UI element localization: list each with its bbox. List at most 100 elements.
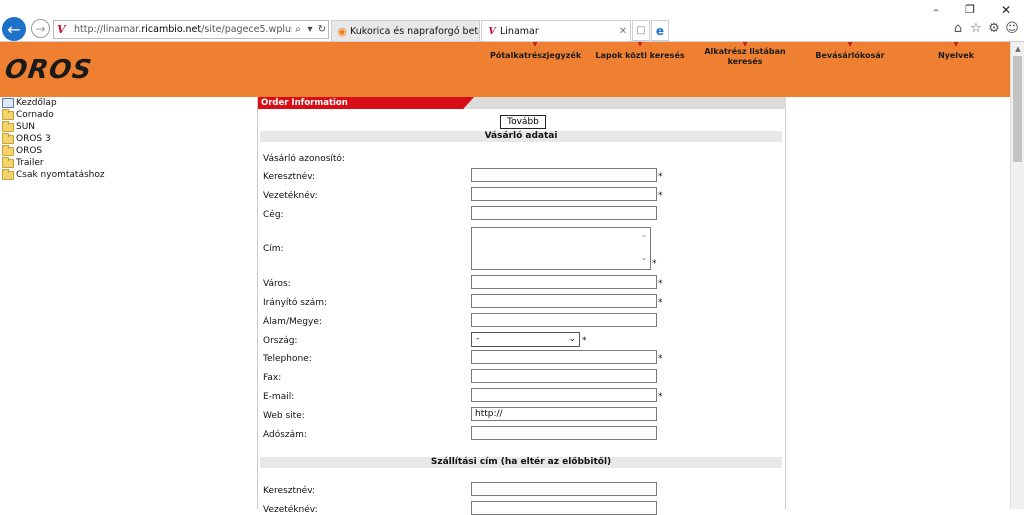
tree-item-oros[interactable]: OROS — [2, 144, 252, 157]
back-button[interactable]: ← — [2, 17, 26, 41]
taxno-label: Adószám: — [263, 430, 307, 440]
address-textarea[interactable]: ⌃ ⌄ — [471, 227, 651, 270]
chevron-down-icon: ⌄ — [640, 253, 648, 262]
star-icon[interactable]: ☆ — [968, 21, 984, 36]
state-field[interactable] — [471, 313, 657, 327]
zip-label: Irányító szám: — [263, 298, 328, 308]
tree-item-print-only[interactable]: Csak nyomtatáshoz — [2, 168, 252, 181]
section-buyer-title: Vásárló adatai — [260, 131, 782, 142]
chevron-up-icon: ⌃ — [640, 234, 648, 243]
new-tab-button[interactable]: □ — [632, 20, 650, 41]
telephone-label: Telephone: — [263, 354, 312, 364]
email-label: E-mail: — [263, 392, 295, 402]
company-field[interactable] — [471, 206, 657, 220]
email-field[interactable] — [471, 388, 657, 402]
ship-lastname-label: Vezetéknév: — [263, 505, 318, 515]
folder-icon — [2, 132, 14, 144]
folder-icon — [2, 120, 14, 132]
tab-favicon-icon: ◉ — [337, 24, 347, 38]
tab-kukorica[interactable]: ◉ Kukorica és napraforgó betaka... — [331, 20, 480, 41]
window-close-button[interactable]: ✕ — [996, 3, 1016, 17]
address-label: Cím: — [263, 244, 284, 254]
site-favicon-icon: V — [57, 23, 66, 36]
close-icon[interactable]: ✕ — [616, 26, 630, 37]
country-select[interactable]: - ⌄ — [471, 332, 580, 347]
company-label: Cég: — [263, 210, 284, 220]
category-tree: Kezdőlap Cornado SUN OROS 3 OROS Trailer… — [2, 97, 252, 181]
folder-icon — [2, 156, 14, 168]
ship-firstname-field[interactable] — [471, 482, 657, 496]
tree-item-label: Trailer — [16, 158, 44, 168]
tab-linamar[interactable]: V Linamar ✕ — [481, 20, 631, 41]
tree-item-sun[interactable]: SUN — [2, 120, 252, 133]
home-icon[interactable]: ⌂ — [950, 21, 966, 36]
home-icon — [2, 98, 14, 108]
nav-part-list-search[interactable]: ▼ Alkatrész listában keresés — [700, 42, 790, 67]
nav-spare-parts-list[interactable]: ▼ Pótalkatrészjegyzék — [490, 41, 581, 61]
search-icon[interactable]: ⌕ — [292, 24, 304, 35]
url-text[interactable]: http://linamar.ricambio.net/site/pagece5… — [74, 24, 292, 35]
tree-item-label: OROS 3 — [16, 134, 51, 144]
tab-label: Linamar — [500, 25, 539, 37]
browser-chrome: ← → V http://linamar.ricambio.net/site/p… — [0, 0, 1024, 42]
fax-field[interactable] — [471, 369, 657, 383]
folder-icon — [2, 108, 14, 120]
tree-item-oros3[interactable]: OROS 3 — [2, 132, 252, 145]
lastname-field[interactable] — [471, 187, 657, 201]
address-bar[interactable]: V http://linamar.ricambio.net/site/pagec… — [53, 20, 329, 39]
website-label: Web site: — [263, 411, 305, 421]
arrow-right-icon: → — [35, 21, 46, 36]
new-tab-icon: □ — [636, 25, 646, 36]
smiley-icon[interactable]: ☺ — [1004, 21, 1020, 36]
panel-header: Order Information — [258, 97, 786, 109]
state-label: Álam/Megye: — [263, 317, 322, 327]
arrow-left-icon: ← — [7, 19, 21, 39]
tree-item-label: SUN — [16, 122, 36, 132]
caret-down-icon: ▼ — [532, 41, 538, 48]
gear-icon[interactable]: ⚙ — [986, 21, 1002, 36]
forward-button[interactable]: → — [31, 19, 50, 38]
city-label: Város: — [263, 279, 291, 289]
nav-languages[interactable]: ▼ Nyelvek — [930, 42, 982, 61]
tree-item-trailer[interactable]: Trailer — [2, 156, 252, 169]
section-shipping-title: Szállítási cím (ha eltér az előbbitől) — [260, 457, 782, 468]
scroll-up-icon[interactable]: ▲ — [1011, 42, 1024, 56]
oros-logo[interactable]: OROS — [3, 55, 94, 85]
textarea-scrollbar[interactable]: ⌃ ⌄ — [639, 229, 649, 268]
page-scrollbar[interactable]: ▲ — [1010, 42, 1024, 509]
tree-item-home[interactable]: Kezdőlap — [2, 97, 252, 109]
minimize-button[interactable]: – — [926, 3, 946, 16]
nav-shopping-cart[interactable]: ▼ Bevásárlókosár — [810, 42, 890, 61]
panel-title: Order Information — [258, 97, 474, 109]
required-mark: * — [582, 336, 587, 346]
scroll-thumb[interactable] — [1013, 56, 1022, 162]
ie-logo-icon[interactable]: e — [651, 20, 669, 41]
required-mark: * — [658, 279, 663, 289]
taxno-field[interactable] — [471, 426, 657, 440]
lastname-label: Vezetéknév: — [263, 191, 318, 201]
refresh-icon[interactable]: ↻ — [316, 24, 328, 35]
zip-field[interactable] — [471, 294, 657, 308]
site-header: OROS ▼ Pótalkatrészjegyzék ▼ Lapok közti k… — [0, 42, 1010, 97]
required-mark: * — [658, 172, 663, 182]
caret-down-icon: ▼ — [637, 41, 643, 48]
folder-icon — [2, 144, 14, 156]
country-label: Ország: — [263, 336, 298, 346]
website-field[interactable]: http:// — [471, 407, 657, 421]
caret-down-icon: ▼ — [953, 41, 959, 48]
ship-lastname-field[interactable] — [471, 501, 657, 515]
fax-label: Fax: — [263, 373, 282, 383]
telephone-field[interactable] — [471, 350, 657, 364]
tree-item-label: Csak nyomtatáshoz — [16, 170, 105, 180]
nav-page-search[interactable]: ▼ Lapok közti keresés — [594, 42, 686, 61]
tree-item-cornado[interactable]: Cornado — [2, 108, 252, 121]
next-button[interactable]: Tovább — [500, 115, 546, 129]
tree-item-label: Cornado — [16, 110, 54, 120]
order-panel: Order Information Tovább Vásárló adatai … — [257, 97, 786, 515]
required-mark: * — [658, 191, 663, 201]
dropdown-arrow-icon[interactable]: ▾ — [304, 24, 316, 35]
city-field[interactable] — [471, 275, 657, 289]
restore-button[interactable]: ❐ — [960, 3, 980, 16]
firstname-field[interactable] — [471, 168, 657, 182]
firstname-label: Keresztnév: — [263, 172, 316, 182]
